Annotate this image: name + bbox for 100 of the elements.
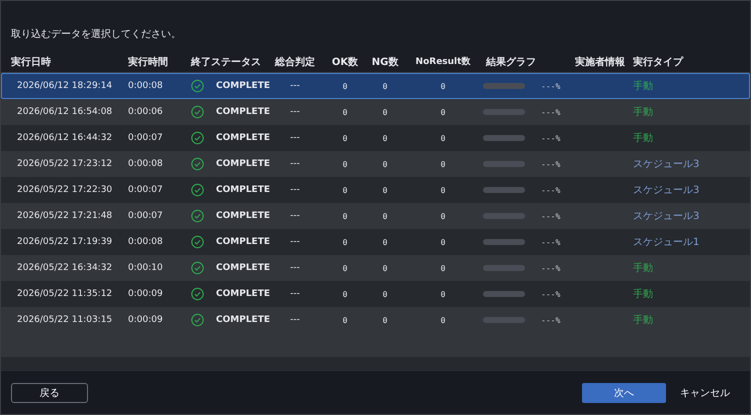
check-circle-icon xyxy=(191,209,204,223)
ng-count-cell: 0 xyxy=(382,264,388,272)
status-cell: COMPLETE xyxy=(216,133,270,143)
ng-count-cell: 0 xyxy=(382,160,388,168)
percent-cell: ---% xyxy=(541,134,560,142)
status-cell: COMPLETE xyxy=(216,211,270,221)
type-cell-text: 手動 xyxy=(633,80,653,93)
check-circle-icon xyxy=(191,235,204,249)
check-circle-icon xyxy=(191,261,204,275)
table-row[interactable]: 2026/06/12 18:29:14 0:00:08 COMPLETE --- 0 0 0 ---% 手動 xyxy=(1,73,750,99)
type-cell-text: 手動 xyxy=(633,262,653,275)
type-cell-text: 手動 xyxy=(633,314,653,327)
ok-count-cell: 0 xyxy=(342,108,348,116)
time-cell: 0:00:08 xyxy=(128,159,163,169)
noresult-count-cell: 0 xyxy=(440,316,446,324)
next-button[interactable]: 次へ xyxy=(582,382,666,402)
status-cell: COMPLETE xyxy=(216,185,270,195)
noresult-count-cell: 0 xyxy=(440,82,446,90)
ok-count-cell: 0 xyxy=(342,160,348,168)
total-cell: --- xyxy=(290,289,300,299)
column-header: 終了ステータス xyxy=(191,56,261,68)
status-cell: COMPLETE xyxy=(216,107,270,117)
total-cell: --- xyxy=(290,211,300,221)
table-row[interactable]: 2026/05/22 17:23:12 0:00:08 COMPLETE --- 0 0 0 ---% スケジュール3 xyxy=(1,151,750,177)
time-cell: 0:00:06 xyxy=(128,107,163,117)
ok-count-cell: 0 xyxy=(342,264,348,272)
noresult-count-cell: 0 xyxy=(440,186,446,194)
check-circle-icon xyxy=(191,183,204,197)
table-row[interactable]: 2026/06/12 16:44:32 0:00:07 COMPLETE --- 0 0 0 ---% 手動 xyxy=(1,125,750,151)
percent-cell: ---% xyxy=(541,108,560,116)
percent-cell: ---% xyxy=(541,290,560,298)
column-header: NoResult数 xyxy=(416,57,470,67)
date-cell: 2026/05/22 17:22:30 xyxy=(17,185,112,195)
back-button[interactable]: 戻る xyxy=(11,382,88,402)
type-cell-text: 手動 xyxy=(633,288,653,301)
date-cell: 2026/05/22 16:34:32 xyxy=(17,263,112,273)
time-cell: 0:00:07 xyxy=(128,211,163,221)
result-bar xyxy=(483,213,525,219)
type-cell-text: スケジュール3 xyxy=(633,158,700,171)
total-cell: --- xyxy=(290,185,300,195)
table-row[interactable]: 2026/05/22 17:21:48 0:00:07 COMPLETE --- 0 0 0 ---% スケジュール3 xyxy=(1,203,750,229)
ng-count-cell: 0 xyxy=(382,212,388,220)
result-bar xyxy=(483,291,525,297)
column-header: 実施者情報 xyxy=(575,56,625,68)
table-row[interactable]: 2026/05/22 16:34:32 0:00:10 COMPLETE --- 0 0 0 ---% 手動 xyxy=(1,255,750,281)
column-header: OK数 xyxy=(332,56,358,68)
percent-cell: ---% xyxy=(541,186,560,194)
result-bar xyxy=(483,161,525,167)
table-row[interactable]: 2026/05/22 17:19:39 0:00:08 COMPLETE --- 0 0 0 ---% スケジュール1 xyxy=(1,229,750,255)
check-circle-icon xyxy=(191,131,204,145)
ng-count-cell: 0 xyxy=(382,108,388,116)
check-circle-icon xyxy=(191,105,204,119)
ng-count-cell: 0 xyxy=(382,82,388,90)
column-header: 総合判定 xyxy=(275,56,315,68)
column-header: 結果グラフ xyxy=(486,56,536,68)
column-header: 実行日時 xyxy=(11,56,51,68)
ok-count-cell: 0 xyxy=(342,212,348,220)
result-bar xyxy=(483,135,525,141)
time-cell: 0:00:07 xyxy=(128,133,163,143)
date-cell: 2026/05/22 17:21:48 xyxy=(17,211,112,221)
total-cell: --- xyxy=(290,159,300,169)
total-cell: --- xyxy=(290,81,300,91)
cancel-button[interactable]: キャンセル xyxy=(680,386,730,400)
date-cell: 2026/05/22 17:19:39 xyxy=(17,237,112,247)
check-circle-icon xyxy=(191,157,204,171)
ng-count-cell: 0 xyxy=(382,186,388,194)
instruction-text: 取り込むデータを選択してください。 xyxy=(10,28,182,42)
type-cell-text: スケジュール3 xyxy=(633,210,700,223)
ng-count-cell: 0 xyxy=(382,238,388,246)
time-cell: 0:00:07 xyxy=(128,185,163,195)
percent-cell: ---% xyxy=(541,160,560,168)
table-row[interactable]: 2026/05/22 17:22:30 0:00:07 COMPLETE --- 0 0 0 ---% スケジュール3 xyxy=(1,177,750,203)
table-row[interactable]: 2026/06/12 16:54:08 0:00:06 COMPLETE --- 0 0 0 ---% 手動 xyxy=(1,99,750,125)
noresult-count-cell: 0 xyxy=(440,160,446,168)
noresult-count-cell: 0 xyxy=(440,212,446,220)
noresult-count-cell: 0 xyxy=(440,134,446,142)
status-cell: COMPLETE xyxy=(216,263,270,273)
status-cell: COMPLETE xyxy=(216,81,270,91)
status-cell: COMPLETE xyxy=(216,289,270,299)
status-cell: COMPLETE xyxy=(216,159,270,169)
result-bar xyxy=(483,317,525,323)
result-bar xyxy=(483,239,525,245)
noresult-count-cell: 0 xyxy=(440,108,446,116)
table-row[interactable]: 2026/05/22 11:03:15 0:00:09 COMPLETE --- 0 0 0 ---% 手動 xyxy=(1,307,750,333)
type-cell-text: スケジュール1 xyxy=(633,236,700,249)
ok-count-cell: 0 xyxy=(342,290,348,298)
noresult-count-cell: 0 xyxy=(440,290,446,298)
total-cell: --- xyxy=(290,133,300,143)
check-circle-icon xyxy=(191,79,204,93)
total-cell: --- xyxy=(290,237,300,247)
percent-cell: ---% xyxy=(541,316,560,324)
ok-count-cell: 0 xyxy=(342,186,348,194)
column-header: NG数 xyxy=(372,56,398,68)
type-cell-text: 手動 xyxy=(633,106,653,119)
table-row[interactable]: 2026/05/22 11:35:12 0:00:09 COMPLETE --- 0 0 0 ---% 手動 xyxy=(1,281,750,307)
result-bar xyxy=(483,83,525,89)
total-cell: --- xyxy=(290,315,300,325)
time-cell: 0:00:09 xyxy=(128,289,163,299)
column-header: 実行時間 xyxy=(128,56,168,68)
result-bar xyxy=(483,187,525,193)
